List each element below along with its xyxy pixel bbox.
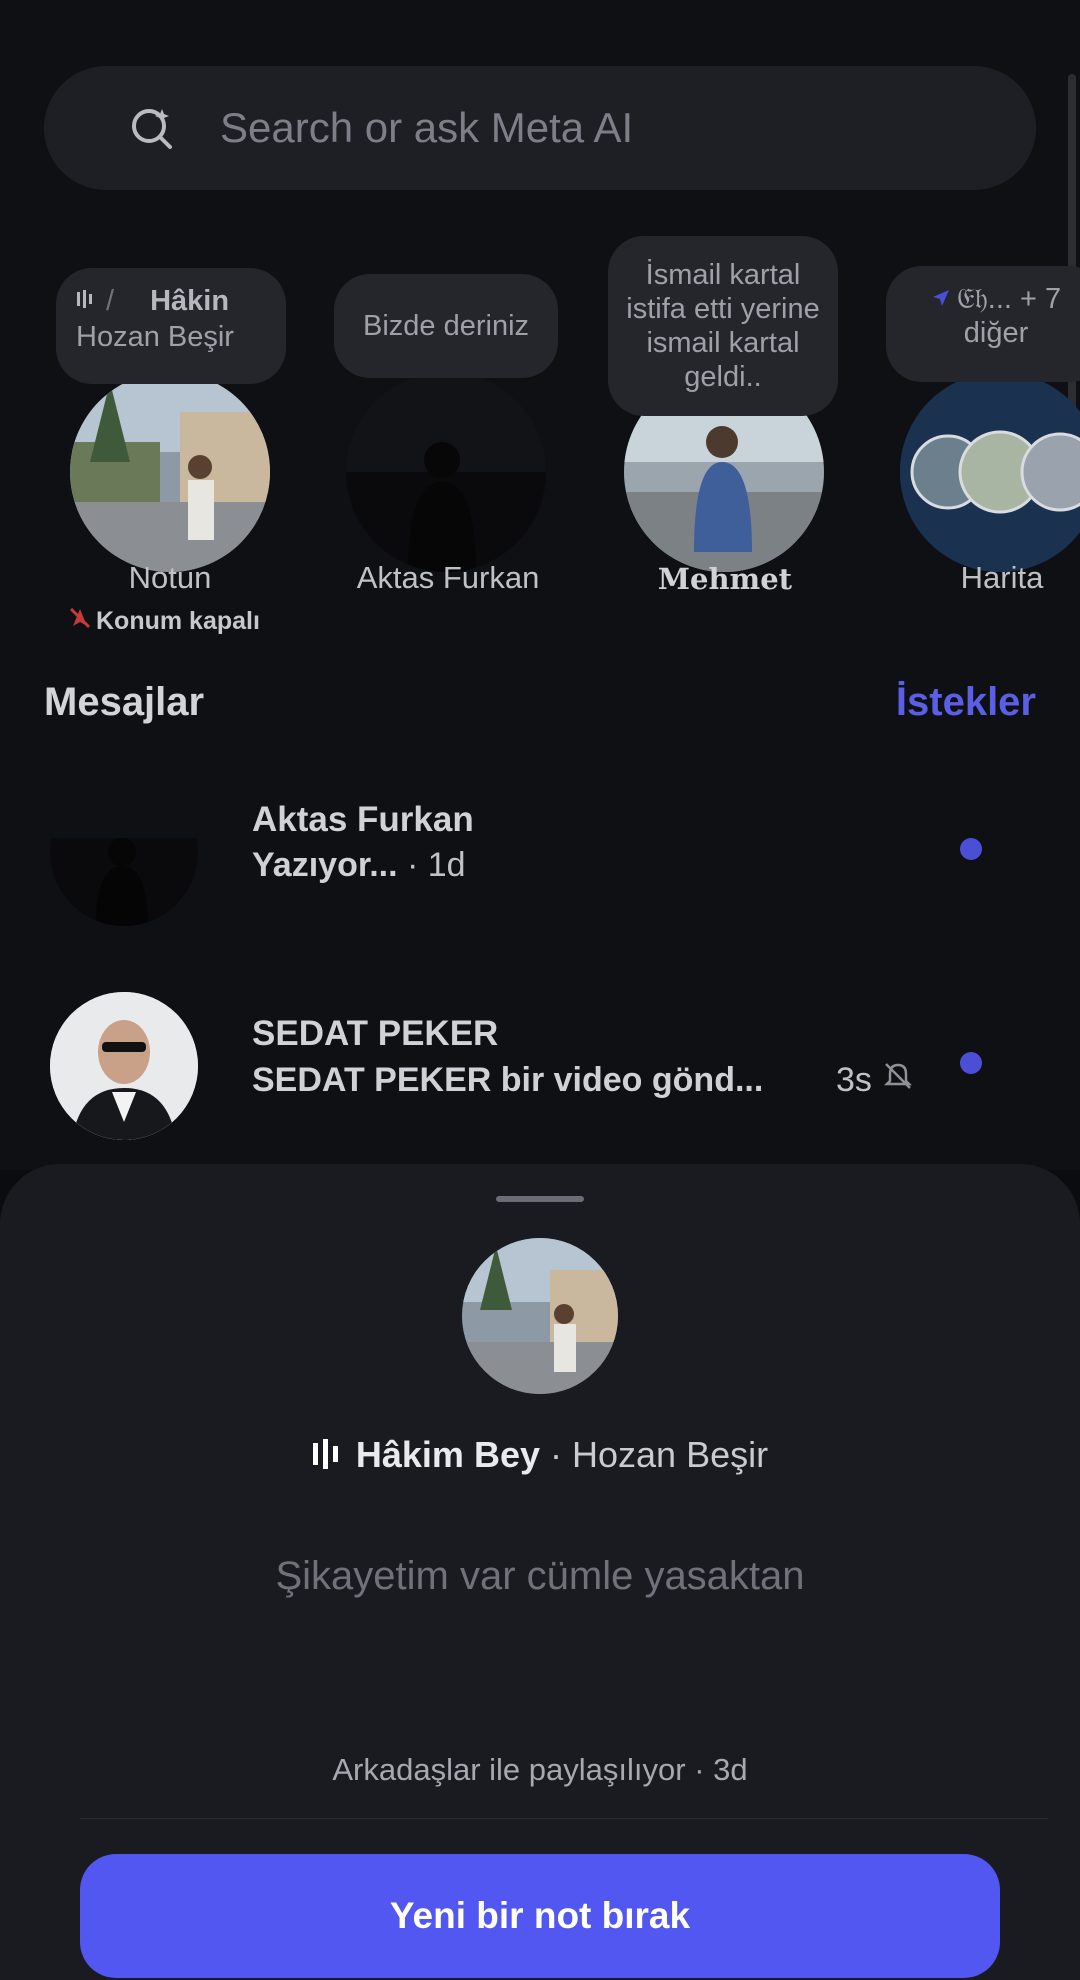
note-bubble[interactable]: / Hâkin Hozan Beşir (56, 268, 286, 384)
requests-link[interactable]: İstekler (896, 680, 1036, 725)
message-sender: SEDAT PEKER (252, 1014, 499, 1053)
section-title: Mesajlar (44, 679, 205, 724)
avatar[interactable] (346, 372, 546, 572)
note-detail-sheet: Hâkim Bey · Hozan Beşir Şikayetim var cü… (0, 1164, 1080, 1980)
note-name: Harita (960, 560, 1044, 595)
song-title: Hâkim Bey (355, 1434, 540, 1475)
note-text: Şikayetim var cümle yasaktan (275, 1554, 805, 1598)
note-song-title: Hâkin (150, 285, 230, 317)
message-row[interactable]: SEDAT PEKER SEDAT PEKER bir video gönd..… (50, 992, 1040, 1142)
sheet-drag-handle[interactable] (496, 1196, 584, 1202)
message-sender: Aktas Furkan (252, 800, 474, 839)
message-preview: SEDAT PEKER bir video gönd... 3s (252, 1060, 914, 1101)
meta-ai-search-icon (128, 104, 176, 152)
note-name: Aktas Furkan (356, 560, 540, 595)
note-name: Mehmet (657, 562, 793, 596)
share-status: Arkadaşlar ile paylaşılıyor · 3d (332, 1752, 748, 1787)
message-row[interactable]: Aktas Furkan Yazıyor... · 1d (50, 778, 1040, 928)
music-bars-icon (76, 284, 98, 318)
avatar[interactable] (70, 372, 270, 572)
note-owner-avatar (462, 1238, 618, 1394)
muted-bell-icon (882, 1060, 914, 1101)
note-artist: Hozan Beşir (76, 321, 234, 353)
unread-dot (960, 1052, 982, 1074)
search-input[interactable] (220, 104, 980, 152)
note-bubble[interactable]: Bizde deriniz (334, 274, 558, 378)
location-arrow-icon (931, 282, 951, 316)
notes-tray: / Hâkin Hozan Beşir Notun Konum kapalı B… (0, 230, 1080, 650)
note-bubble[interactable]: İsmail kartal istifa etti yerine ismail … (608, 236, 838, 416)
search-bar[interactable] (44, 66, 1036, 190)
map-avatar[interactable] (900, 372, 1080, 572)
location-status: Konum kapalı (68, 606, 260, 637)
unread-dot (960, 838, 982, 860)
divider (80, 1818, 1048, 1819)
avatar (50, 992, 198, 1140)
leave-new-note-button[interactable]: Yeni bir not bırak (80, 1854, 1000, 1978)
location-off-icon (68, 606, 92, 637)
music-bars-icon (312, 1436, 342, 1478)
note-name: Notun (128, 560, 212, 595)
avatar (50, 778, 198, 926)
message-preview: Yazıyor... · 1d (252, 846, 466, 884)
messages-section-header: Mesajlar İstekler (44, 672, 1036, 732)
note-bubble[interactable]: 𝔈𝔥... + 7 diğer (886, 266, 1080, 382)
note-song: Hâkim Bey · Hozan Beşir (0, 1434, 1080, 1478)
song-artist: Hozan Beşir (572, 1434, 769, 1475)
